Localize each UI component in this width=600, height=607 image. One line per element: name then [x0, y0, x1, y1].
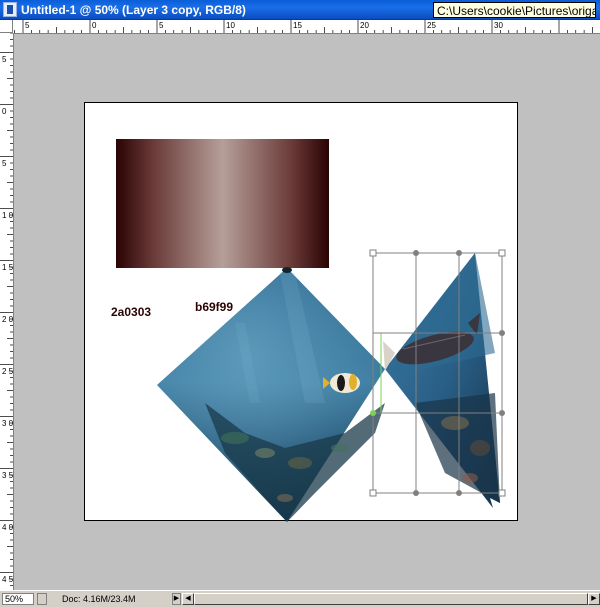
ruler-label: 25: [427, 21, 436, 30]
status-menu-button[interactable]: [37, 593, 47, 605]
ruler-label: 1 0: [2, 211, 13, 220]
zoom-level-field[interactable]: 50%: [2, 593, 34, 605]
ruler-label: 1 5: [2, 263, 13, 272]
ruler-label: 0: [92, 21, 97, 30]
horizontal-ruler[interactable]: 5 0 5 10 15 20 25 30: [13, 20, 600, 34]
ruler-label: 5: [159, 21, 164, 30]
triangle-right-icon: ▶: [173, 595, 180, 602]
ruler-label: 4 5: [2, 575, 13, 584]
status-play-button[interactable]: ▶: [172, 593, 181, 605]
vertical-ruler-ticks: 5051 01 52 02 53 03 54 04 55 0: [0, 33, 13, 586]
file-path-tooltip: C:\Users\cookie\Pictures\origami fish.p: [433, 2, 596, 18]
scroll-thumb[interactable]: [194, 593, 588, 605]
arrow-right-icon: ▶: [591, 595, 597, 602]
ruler-label: 20: [360, 21, 369, 30]
ruler-label: 4 0: [2, 523, 13, 532]
horizontal-ruler-ticks: 5 0 5 10 15 20 25 30: [14, 20, 593, 33]
fish-body-diamond: [157, 268, 385, 522]
ruler-label: 2 5: [2, 367, 13, 376]
window-title: Untitled-1 @ 50% (Layer 3 copy, RGB/8): [21, 3, 246, 17]
ruler-label: 0: [2, 107, 7, 116]
ruler-label: 5: [2, 55, 7, 64]
vertical-ruler[interactable]: 5051 01 52 02 53 03 54 04 55 0: [0, 33, 14, 590]
document-size-info: Doc: 4.16M/23.4M: [62, 594, 136, 604]
ruler-label: 3 5: [2, 471, 13, 480]
status-bar: 50% Doc: 4.16M/23.4M ▶ ◀ ▶: [0, 590, 600, 607]
origami-fish-artwork: [157, 249, 506, 522]
fish-tail: [383, 253, 500, 508]
ruler-label: 3 0: [2, 419, 13, 428]
scroll-right-button[interactable]: ▶: [588, 593, 600, 605]
scroll-left-button[interactable]: ◀: [182, 593, 194, 605]
ruler-label: 30: [494, 21, 503, 30]
horizontal-scrollbar[interactable]: ◀ ▶: [182, 593, 600, 605]
ruler-label: 5: [25, 21, 30, 30]
window-titlebar[interactable]: Untitled-1 @ 50% (Layer 3 copy, RGB/8) C…: [0, 0, 600, 20]
ruler-label: 2 0: [2, 315, 13, 324]
ruler-label: 5: [2, 159, 7, 168]
ruler-label: 15: [293, 21, 302, 30]
photoshop-document-icon[interactable]: [3, 2, 17, 17]
ruler-label: 10: [226, 21, 235, 30]
document-canvas[interactable]: 2a0303 b69f99 2a0303: [84, 102, 518, 522]
arrow-left-icon: ◀: [185, 595, 191, 602]
ruler-origin-corner[interactable]: [0, 20, 13, 33]
